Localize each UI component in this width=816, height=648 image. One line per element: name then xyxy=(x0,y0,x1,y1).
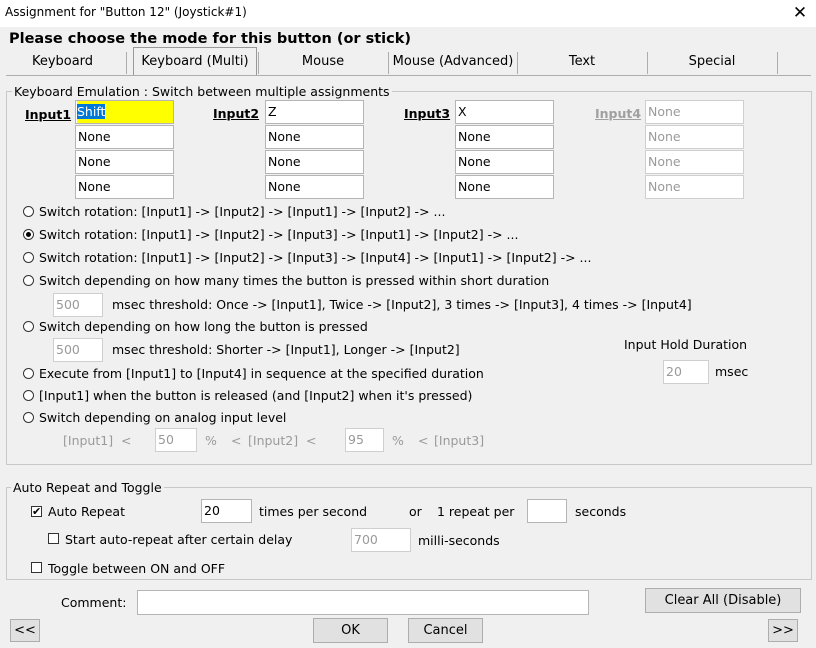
option-rotation-2-radio[interactable] xyxy=(23,206,34,217)
input4-field-3: None xyxy=(645,150,744,174)
analog-input1-text: [Input1] xyxy=(63,433,114,448)
input1-field-2[interactable]: None xyxy=(75,125,174,149)
input3-label: Input3 xyxy=(404,106,451,121)
clear-all-button[interactable]: Clear All (Disable) xyxy=(645,588,801,613)
ok-button[interactable]: OK xyxy=(313,618,388,643)
input1-field-4[interactable]: None xyxy=(75,175,174,199)
option-sequence-label[interactable]: Execute from [Input1] to [Input4] in seq… xyxy=(39,366,484,381)
option-release-radio[interactable] xyxy=(23,390,34,401)
input2-field-4[interactable]: None xyxy=(265,175,364,199)
auto-repeat-checkbox[interactable]: ✔ xyxy=(31,506,42,517)
tab-keyboard-multi[interactable]: Keyboard (Multi) xyxy=(133,47,257,76)
auto-repeat-label[interactable]: Auto Repeat xyxy=(48,504,125,519)
option-analog-radio[interactable] xyxy=(23,412,34,423)
press-count-threshold-text: msec threshold: Once -> [Input1], Twice … xyxy=(112,297,692,312)
input3-field-1[interactable]: X xyxy=(455,100,554,124)
window-title: Assignment for "Button 12" (Joystick#1) xyxy=(5,5,247,19)
delay-checkbox[interactable] xyxy=(48,533,59,544)
input3-field-4[interactable]: None xyxy=(455,175,554,199)
tab-separator xyxy=(258,52,259,74)
option-rotation-2-label[interactable]: Switch rotation: [Input1] -> [Input2] ->… xyxy=(39,204,445,219)
option-press-count-label[interactable]: Switch depending on how many times the b… xyxy=(39,273,549,288)
tab-underline xyxy=(6,75,811,76)
press-length-threshold-text: msec threshold: Shorter -> [Input1], Lon… xyxy=(112,342,460,357)
next-button[interactable]: >> xyxy=(768,619,798,642)
analog-threshold-1-field: 50 xyxy=(155,428,197,452)
option-rotation-3-label[interactable]: Switch rotation: [Input1] -> [Input2] ->… xyxy=(39,227,518,242)
cancel-button[interactable]: Cancel xyxy=(408,618,483,643)
delay-label[interactable]: Start auto-repeat after certain delay xyxy=(65,532,292,547)
toggle-label[interactable]: Toggle between ON and OFF xyxy=(48,561,225,576)
option-press-length-radio[interactable] xyxy=(23,321,34,332)
input1-label: Input1 xyxy=(25,107,72,122)
input1-field-1[interactable]: Shift xyxy=(75,100,174,124)
option-analog-label[interactable]: Switch depending on analog input level xyxy=(39,410,286,425)
tab-keyboard[interactable]: Keyboard xyxy=(5,49,120,76)
delay-field: 700 xyxy=(351,528,411,552)
option-press-length-label[interactable]: Switch depending on how long the button … xyxy=(39,319,368,334)
input4-label: Input4 xyxy=(595,106,642,121)
hold-duration-field: 20 xyxy=(663,360,709,384)
repeat-per-text: 1 repeat per xyxy=(437,504,515,519)
repeat-seconds-field[interactable] xyxy=(527,499,567,523)
press-count-threshold-field: 500 xyxy=(53,293,103,317)
previous-button[interactable]: << xyxy=(10,619,40,642)
hold-duration-unit: msec xyxy=(715,364,749,379)
repeat-rate-field[interactable]: 20 xyxy=(201,499,252,523)
repeat-or-text: or xyxy=(409,504,422,519)
press-length-threshold-field: 500 xyxy=(53,338,103,362)
tab-separator xyxy=(517,52,518,74)
tab-special[interactable]: Special xyxy=(650,49,774,76)
tab-mouse-advanced[interactable]: Mouse (Advanced) xyxy=(390,49,516,76)
analog-lt-2: < xyxy=(231,433,242,448)
analog-lt-4: < xyxy=(418,433,429,448)
comment-label: Comment: xyxy=(61,595,127,610)
keyboard-emulation-legend: Keyboard Emulation : Switch between mult… xyxy=(12,84,392,99)
tab-separator xyxy=(777,52,778,74)
analog-input2-text: [Input2] xyxy=(248,433,299,448)
option-press-count-radio[interactable] xyxy=(23,275,34,286)
analog-lt-1: < xyxy=(121,433,132,448)
analog-percent-2: % xyxy=(392,433,404,448)
page-heading: Please choose the mode for this button (… xyxy=(9,31,412,47)
tab-mouse[interactable]: Mouse xyxy=(263,49,383,76)
analog-percent-1: % xyxy=(205,433,217,448)
option-sequence-radio[interactable] xyxy=(23,368,34,379)
repeat-seconds-unit: seconds xyxy=(575,504,627,519)
option-rotation-4-radio[interactable] xyxy=(23,252,34,263)
input4-field-2: None xyxy=(645,125,744,149)
option-rotation-4-label[interactable]: Switch rotation: [Input1] -> [Input2] ->… xyxy=(39,250,591,265)
input3-field-3[interactable]: None xyxy=(455,150,554,174)
close-icon[interactable]: ✕ xyxy=(786,1,814,25)
input2-field-3[interactable]: None xyxy=(265,150,364,174)
delay-unit: milli-seconds xyxy=(418,533,500,548)
input3-field-2[interactable]: None xyxy=(455,125,554,149)
hold-duration-label: Input Hold Duration xyxy=(624,337,748,352)
analog-input3-text: [Input3] xyxy=(434,433,485,448)
input1-field-3[interactable]: None xyxy=(75,150,174,174)
toggle-checkbox[interactable] xyxy=(31,562,42,573)
option-release-label[interactable]: [Input1] when the button is released (an… xyxy=(39,388,472,403)
tab-separator xyxy=(647,52,648,74)
option-rotation-3-radio[interactable] xyxy=(23,229,34,240)
repeat-rate-unit: times per second xyxy=(259,504,368,519)
input4-field-4: None xyxy=(645,175,744,199)
tab-text[interactable]: Text xyxy=(520,49,644,76)
tab-separator xyxy=(126,52,127,74)
input2-label: Input2 xyxy=(213,106,260,121)
auto-repeat-legend: Auto Repeat and Toggle xyxy=(11,480,164,495)
analog-lt-3: < xyxy=(306,433,317,448)
input2-field-1[interactable]: Z xyxy=(265,100,364,124)
input4-field-1: None xyxy=(645,100,744,124)
input2-field-2[interactable]: None xyxy=(265,125,364,149)
tab-separator xyxy=(388,52,389,74)
analog-threshold-2-field: 95 xyxy=(345,428,384,452)
comment-field[interactable] xyxy=(137,590,589,615)
